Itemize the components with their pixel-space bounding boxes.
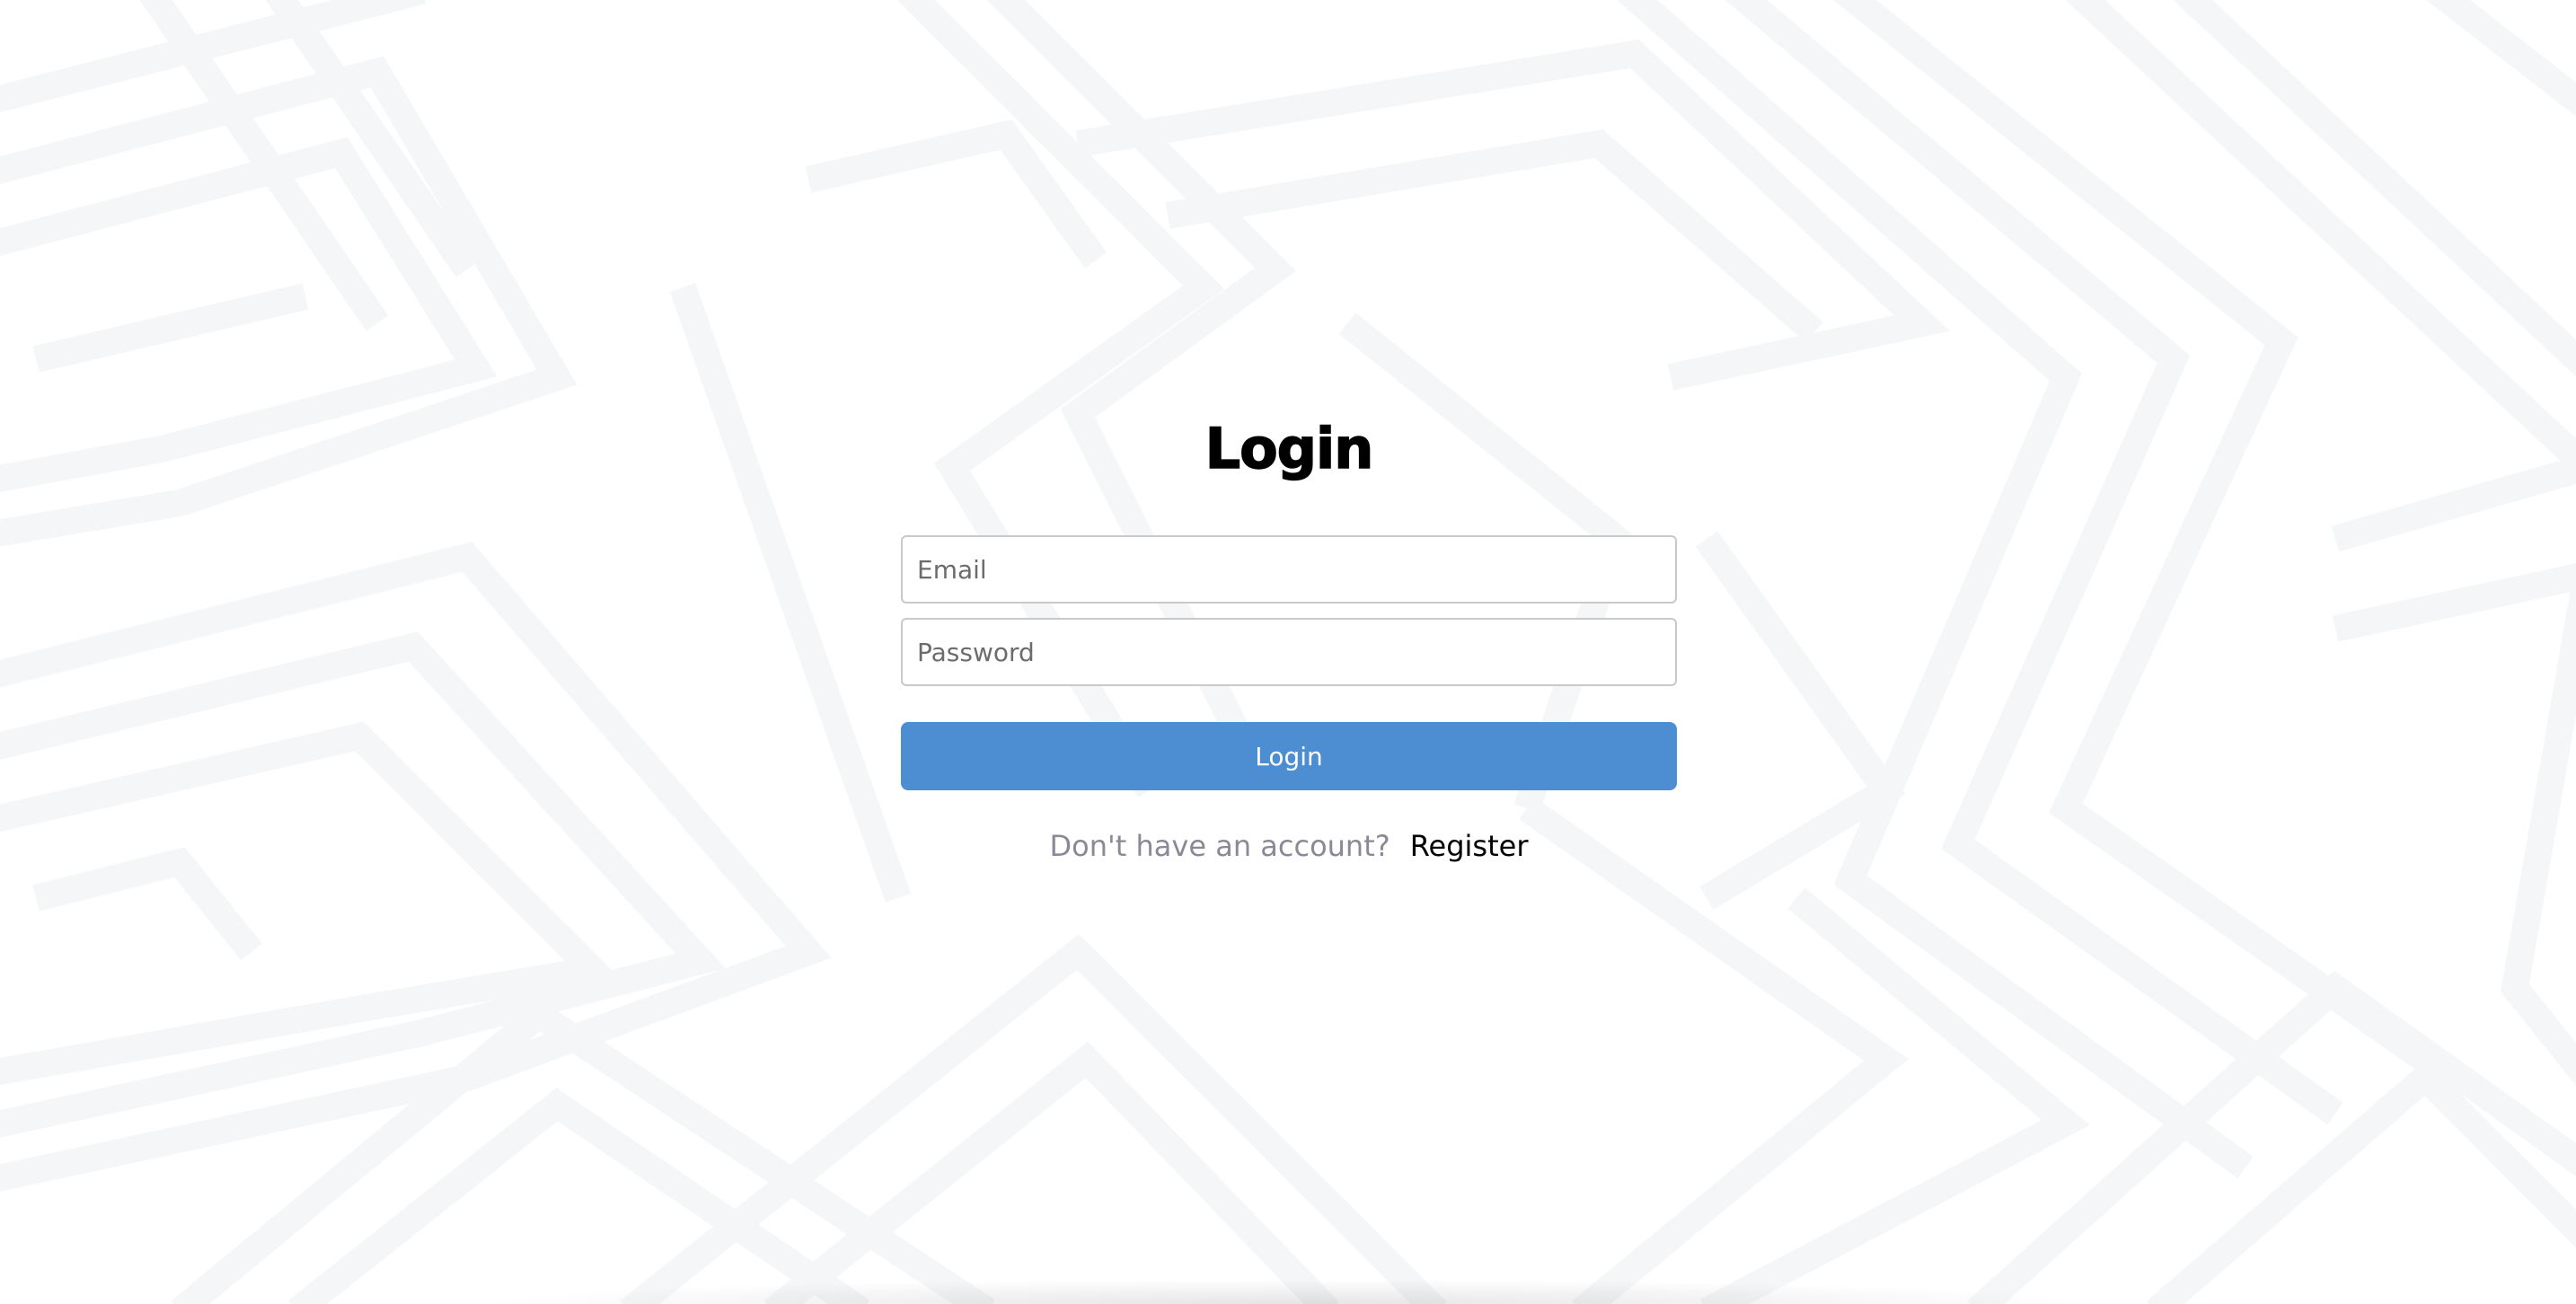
password-field[interactable] (901, 618, 1677, 686)
register-prompt: Don't have an account? (1049, 829, 1390, 863)
bottom-shadow (0, 1268, 2576, 1304)
register-link[interactable]: Register (1410, 829, 1529, 863)
login-page: Login Login Don't have an account? Regist… (0, 0, 2576, 1304)
page-title: Login (1204, 415, 1374, 482)
email-field[interactable] (901, 535, 1677, 604)
login-button[interactable]: Login (901, 722, 1677, 790)
register-row: Don't have an account? Register (901, 828, 1677, 864)
login-form: Login Login Don't have an account? Regist… (901, 413, 1677, 864)
